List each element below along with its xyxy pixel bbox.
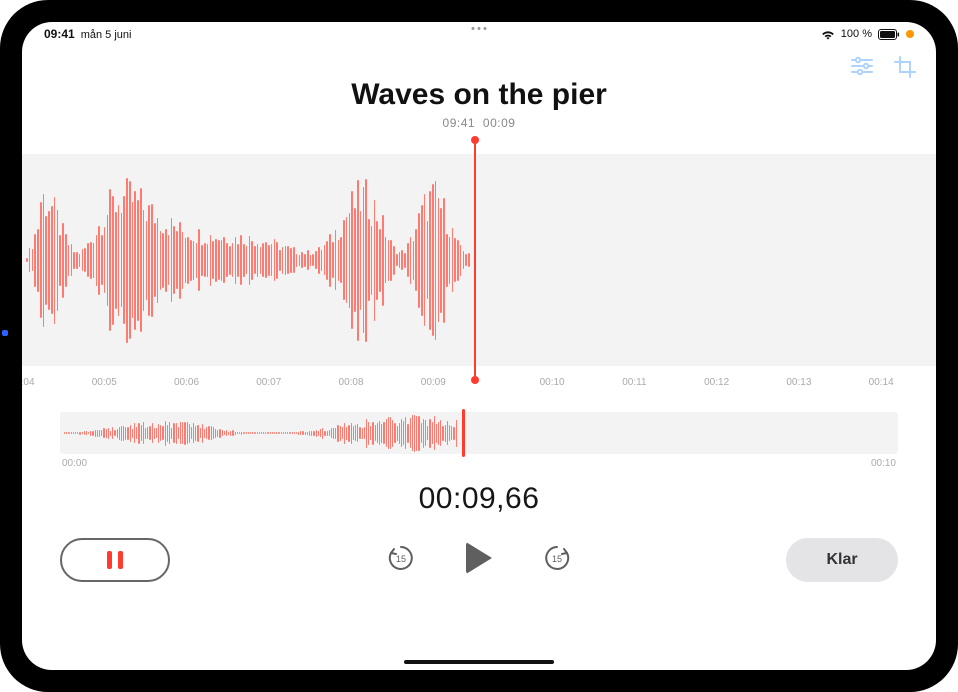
device-frame: 09:41 mån 5 juni 100 % xyxy=(0,0,958,692)
status-bar: 09:41 mån 5 juni 100 % xyxy=(22,22,936,44)
status-left: 09:41 mån 5 juni xyxy=(44,27,131,41)
skip-back-15-button[interactable]: 15 xyxy=(386,543,416,573)
current-time: 00:09,66 xyxy=(22,482,936,516)
side-indicator xyxy=(2,330,8,336)
recording-indicator-dot xyxy=(906,30,914,38)
recording-duration-short: 00:09 xyxy=(483,116,516,130)
status-right: 100 % xyxy=(821,28,914,40)
timeline-tick: 00:06 xyxy=(174,377,199,388)
waveform-band xyxy=(22,154,936,366)
timeline-tick: 00:14 xyxy=(869,377,894,388)
status-time: 09:41 xyxy=(44,27,75,41)
overview-labels: 00:00 00:10 xyxy=(60,458,898,472)
timeline-tick: 00:07 xyxy=(256,377,281,388)
timeline-tick: 00:11 xyxy=(622,377,646,388)
overview-playhead[interactable] xyxy=(462,409,465,457)
svg-text:15: 15 xyxy=(396,554,406,564)
waveform-detail[interactable] xyxy=(22,148,936,372)
overview-bars xyxy=(64,412,466,454)
overview-end-label: 00:10 xyxy=(871,458,896,469)
battery-percent: 100 % xyxy=(841,28,872,40)
timeline-tick: 00:10 xyxy=(540,377,565,388)
done-button[interactable]: Klar xyxy=(786,538,898,582)
wifi-icon xyxy=(821,29,835,40)
timeline-tick: 00:09 xyxy=(421,377,446,388)
playhead[interactable] xyxy=(474,140,476,380)
recording-created-time: 09:41 xyxy=(443,116,476,130)
timeline-ruler: 00:04 00:05 00:06 00:07 00:08 00:09 00:10 00:11… xyxy=(22,372,936,394)
timeline-tick: 00:04 xyxy=(22,377,35,388)
overview-start-label: 00:00 xyxy=(62,458,87,469)
status-date: mån 5 juni xyxy=(81,29,132,41)
pause-button[interactable] xyxy=(60,538,170,582)
recording-subtitle: 09:41 00:09 xyxy=(22,116,936,130)
skip-forward-15-button[interactable]: 15 xyxy=(542,543,572,573)
timeline-tick: 00:13 xyxy=(786,377,811,388)
battery-icon xyxy=(878,29,900,40)
top-tools xyxy=(850,56,916,78)
crop-icon[interactable] xyxy=(894,56,916,78)
home-indicator[interactable] xyxy=(404,660,554,664)
timeline-tick: 00:08 xyxy=(339,377,364,388)
screen: 09:41 mån 5 juni 100 % xyxy=(22,22,936,670)
center-controls: 15 15 xyxy=(386,542,572,574)
svg-text:15: 15 xyxy=(552,554,562,564)
recording-header: Waves on the pier 09:41 00:09 xyxy=(22,78,936,130)
play-icon xyxy=(466,542,492,574)
playback-controls: 15 15 Klar xyxy=(22,538,936,588)
waveform-bars xyxy=(22,154,474,366)
timeline-tick: 00:05 xyxy=(92,377,117,388)
options-icon[interactable] xyxy=(850,56,874,78)
play-button[interactable] xyxy=(466,542,492,574)
recording-title[interactable]: Waves on the pier xyxy=(22,78,936,112)
waveform-overview[interactable] xyxy=(60,412,898,454)
timeline-tick: 00:12 xyxy=(704,377,729,388)
multitask-dots[interactable] xyxy=(472,27,487,30)
